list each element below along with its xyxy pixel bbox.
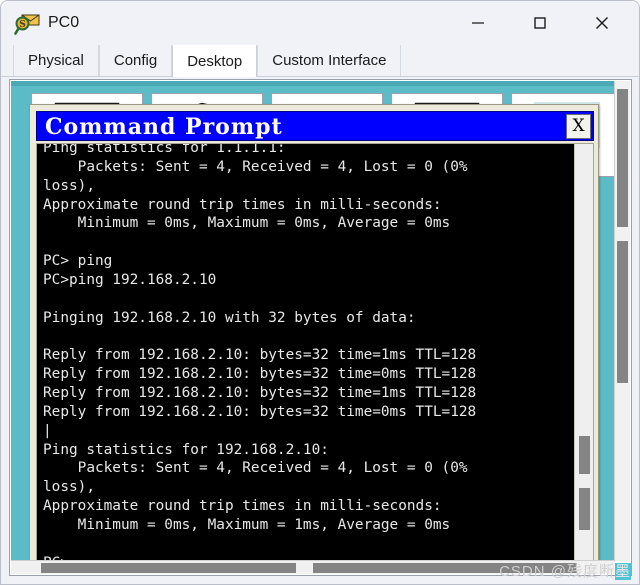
- packet-tracer-desktop: Command Prompt X Ping statistics for 1.1…: [11, 81, 615, 561]
- pc0-window: S PC0 Physical Config Desktop Custom Int…: [0, 0, 640, 585]
- tab-desktop-label: Desktop: [187, 53, 243, 70]
- close-button[interactable]: [579, 1, 625, 45]
- terminal-scrollbar-thumb[interactable]: [579, 488, 590, 530]
- maximize-icon: [534, 17, 546, 29]
- tab-desktop[interactable]: Desktop: [172, 45, 258, 77]
- window-title-text: PC0: [48, 14, 80, 31]
- command-prompt-close-button[interactable]: X: [566, 114, 591, 139]
- packet-tracer-icon: S: [14, 10, 40, 36]
- pane-vertical-scrollbar[interactable]: [614, 81, 630, 561]
- command-prompt-window: Command Prompt X Ping statistics for 1.1…: [29, 104, 599, 561]
- pane-hscrollbar-thumb[interactable]: [41, 563, 296, 573]
- command-prompt-titlebar[interactable]: Command Prompt X: [36, 111, 594, 141]
- tab-bar: Physical Config Desktop Custom Interface: [1, 45, 639, 77]
- tab-custom-interface[interactable]: Custom Interface: [257, 45, 402, 76]
- tab-physical[interactable]: Physical: [13, 45, 99, 76]
- watermark: CSDN @残度断墨: [499, 560, 631, 581]
- pane-vscrollbar-thumb[interactable]: [617, 89, 628, 227]
- tab-config[interactable]: Config: [98, 45, 173, 76]
- close-icon: [596, 17, 608, 29]
- terminal-vertical-scrollbar[interactable]: [574, 144, 593, 561]
- terminal-container: Ping statistics for 1.1.1.1: Packets: Se…: [36, 143, 594, 561]
- tab-physical-label: Physical: [28, 52, 84, 69]
- tab-custom-interface-label: Custom Interface: [272, 52, 387, 69]
- watermark-highlight: 墨: [614, 563, 631, 580]
- watermark-text: CSDN @残度断: [499, 563, 615, 580]
- maximize-button[interactable]: [517, 1, 563, 45]
- tab-config-label: Config: [113, 52, 158, 69]
- terminal-output: Ping statistics for 1.1.1.1: Packets: Se…: [43, 144, 477, 561]
- command-prompt-title: Command Prompt: [45, 114, 283, 140]
- pane-vscrollbar-thumb[interactable]: [617, 241, 628, 383]
- window-titlebar: S PC0: [1, 1, 639, 45]
- window-title-group: S PC0: [14, 10, 79, 36]
- svg-text:S: S: [19, 20, 26, 30]
- desktop-content-pane: Command Prompt X Ping statistics for 1.1…: [9, 79, 632, 576]
- minimize-button[interactable]: [455, 1, 501, 45]
- minimize-icon: [472, 22, 484, 24]
- terminal-scrollbar-thumb[interactable]: [579, 436, 590, 474]
- terminal-screen[interactable]: Ping statistics for 1.1.1.1: Packets: Se…: [37, 144, 575, 561]
